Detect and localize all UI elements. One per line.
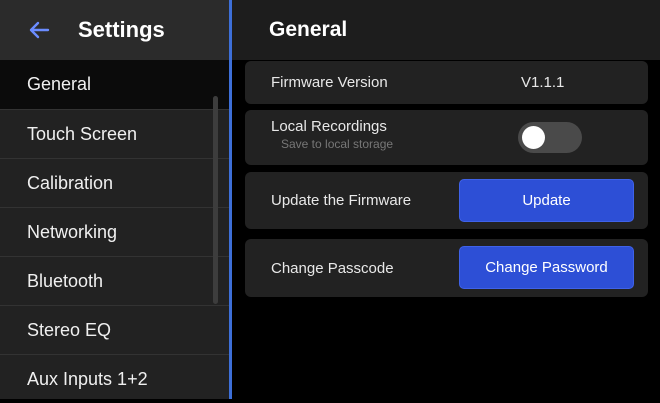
- local-recordings-toggle[interactable]: [518, 122, 582, 153]
- main-panel: General Firmware Version V1.1.1 Local Re…: [232, 0, 660, 399]
- sidebar-item-label: Touch Screen: [27, 123, 138, 144]
- firmware-version-label: Firmware Version: [271, 74, 388, 91]
- update-button[interactable]: Update: [459, 179, 634, 222]
- arrow-left-icon[interactable]: [28, 21, 68, 39]
- firmware-version-row: Firmware Version V1.1.1: [245, 61, 648, 104]
- sidebar-item-label: General: [27, 74, 92, 94]
- sidebar-item-stereo-eq[interactable]: Stereo EQ: [0, 305, 229, 354]
- sidebar-header: Settings: [0, 0, 229, 60]
- local-recordings-row: Local Recordings Save to local storage: [245, 110, 648, 165]
- toggle-knob: [522, 126, 545, 149]
- sidebar-scrollbar[interactable]: [213, 96, 218, 304]
- sidebar-item-label: Bluetooth: [27, 270, 104, 291]
- sidebar-item-label: Aux Inputs 1+2: [27, 368, 148, 389]
- sidebar-item-bluetooth[interactable]: Bluetooth: [0, 256, 229, 305]
- change-passcode-row: Change Passcode Change Password: [245, 239, 648, 297]
- local-recordings-label: Local Recordings Save to local storage: [271, 118, 393, 151]
- local-recordings-sublabel: Save to local storage: [281, 137, 394, 151]
- change-password-button[interactable]: Change Password: [459, 246, 634, 289]
- sidebar-item-label: Stereo EQ: [27, 319, 112, 340]
- sidebar-item-touch-screen[interactable]: Touch Screen: [0, 109, 229, 158]
- change-passcode-label: Change Passcode: [271, 259, 394, 277]
- sidebar-item-aux-inputs[interactable]: Aux Inputs 1+2: [0, 354, 229, 403]
- page-title: General: [232, 0, 660, 60]
- sidebar-title: Settings: [78, 17, 165, 42]
- update-firmware-row: Update the Firmware Update: [245, 172, 648, 229]
- sidebar-item-networking[interactable]: Networking: [0, 207, 229, 256]
- update-firmware-label: Update the Firmware: [271, 192, 412, 209]
- local-recordings-title: Local Recordings: [271, 118, 387, 135]
- firmware-version-value: V1.1.1: [521, 74, 565, 91]
- sidebar-item-label: Networking: [27, 221, 118, 242]
- sidebar-item-label: Calibration: [27, 172, 114, 193]
- settings-menu: General Touch Screen Calibration Network…: [0, 60, 229, 403]
- sidebar: Settings General Touch Screen Calibratio…: [0, 0, 229, 399]
- sidebar-item-general[interactable]: General: [0, 60, 229, 109]
- sidebar-item-calibration[interactable]: Calibration: [0, 158, 229, 207]
